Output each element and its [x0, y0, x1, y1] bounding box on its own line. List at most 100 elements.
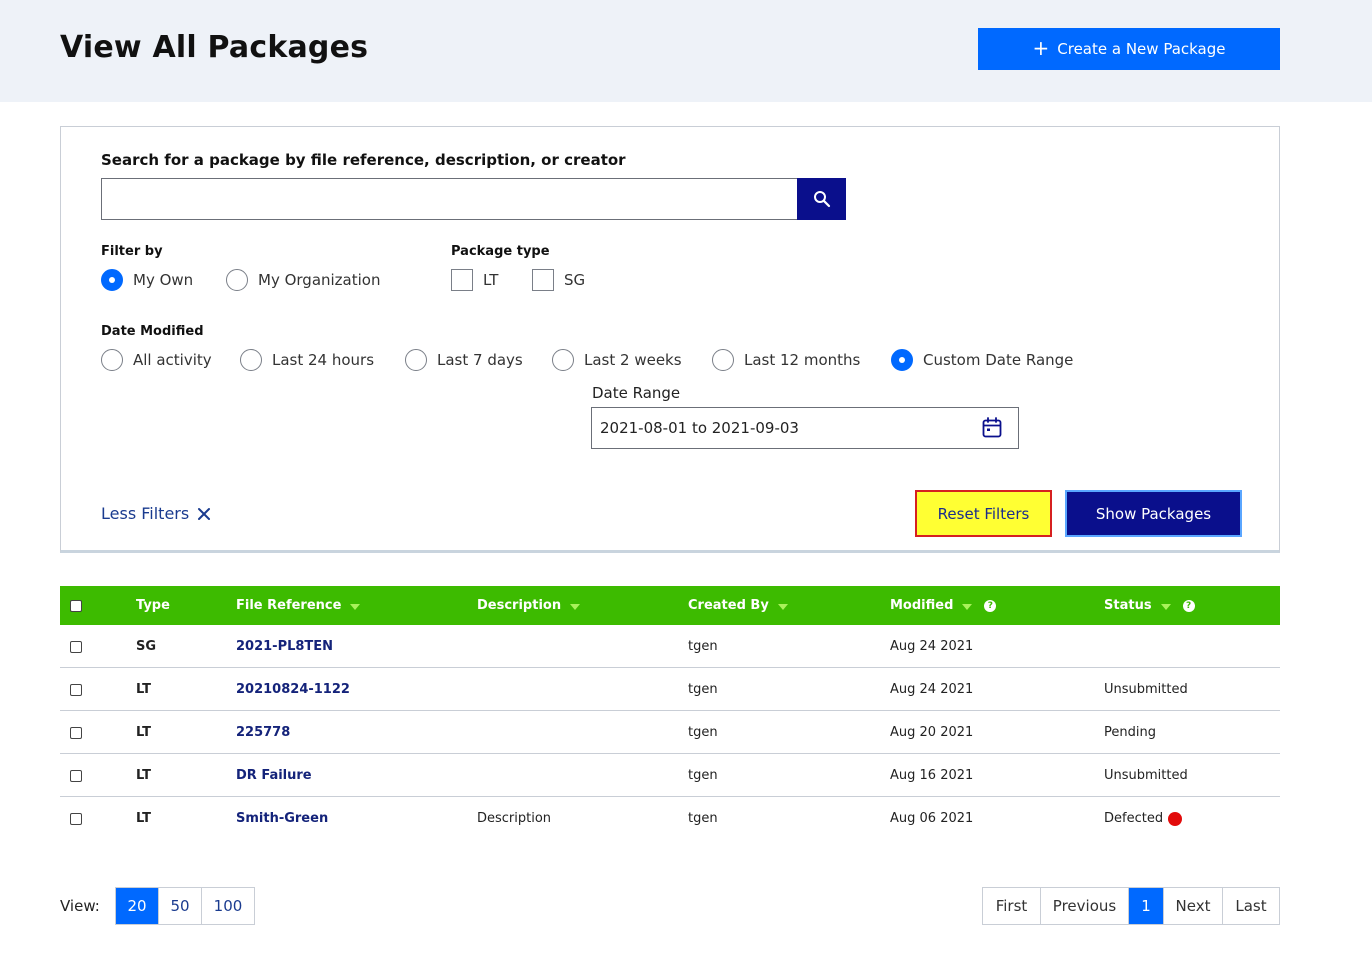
- cell-modified: Aug 06 2021: [890, 811, 974, 826]
- column-created-by[interactable]: Created By: [688, 586, 788, 625]
- cell-type: LT: [136, 768, 151, 783]
- cell-created-by: tgen: [688, 725, 718, 740]
- cell-status: Defected: [1104, 797, 1183, 840]
- pagination-last[interactable]: Last: [1223, 888, 1279, 924]
- date-all-activity-radio[interactable]: All activity: [101, 349, 212, 371]
- radio-checked[interactable]: [891, 349, 913, 371]
- cell-status-label: Defected: [1104, 811, 1164, 826]
- package-type-label: Package type: [451, 244, 550, 259]
- radio-unchecked[interactable]: [712, 349, 734, 371]
- page-title: View All Packages: [60, 30, 369, 65]
- package-type-lt-checkbox[interactable]: LT: [451, 269, 498, 291]
- select-all-checkbox[interactable]: [70, 599, 82, 612]
- column-file-reference-label: File Reference: [236, 598, 342, 613]
- row-checkbox[interactable]: [70, 726, 82, 739]
- date-last-2-weeks-label: Last 2 weeks: [584, 351, 682, 369]
- row-checkbox-cell[interactable]: [70, 711, 82, 754]
- row-checkbox[interactable]: [70, 812, 82, 825]
- column-status[interactable]: Status ?: [1104, 586, 1195, 625]
- row-checkbox-cell[interactable]: [70, 754, 82, 797]
- cell-description: Description: [477, 811, 552, 826]
- cell-file-reference-link[interactable]: 225778: [236, 711, 290, 754]
- date-range-label: Date Range: [592, 384, 681, 402]
- column-description[interactable]: Description: [477, 586, 581, 625]
- row-checkbox[interactable]: [70, 769, 82, 782]
- column-file-reference[interactable]: File Reference: [236, 586, 361, 625]
- date-all-activity-label: All activity: [133, 351, 212, 369]
- radio-checked[interactable]: [101, 269, 123, 291]
- date-range-input[interactable]: 2021-08-01 to 2021-09-03: [591, 407, 1019, 449]
- pagination-next[interactable]: Next: [1164, 888, 1223, 924]
- less-filters-label: Less Filters: [101, 504, 190, 523]
- date-last-12-months-radio[interactable]: Last 12 months: [712, 349, 860, 371]
- cell-modified: Aug 24 2021: [890, 682, 974, 697]
- radio-unchecked[interactable]: [226, 269, 248, 291]
- defect-indicator-icon: [1168, 811, 1183, 826]
- help-icon[interactable]: ?: [1182, 599, 1195, 612]
- page-size-100[interactable]: 100: [202, 888, 254, 924]
- radio-unchecked[interactable]: [405, 349, 427, 371]
- date-modified-label: Date Modified: [101, 324, 204, 339]
- cell-file-reference-link[interactable]: 2021-PL8TEN: [236, 625, 333, 668]
- cell-type: SG: [136, 639, 157, 654]
- package-type-sg-checkbox[interactable]: SG: [532, 269, 585, 291]
- table-row: LT 20210824-1122 tgen Aug 24 2021 Unsubm…: [60, 668, 1280, 711]
- row-checkbox-cell[interactable]: [70, 625, 82, 668]
- column-modified[interactable]: Modified ?: [890, 586, 997, 625]
- cell-status: Unsubmitted: [1104, 768, 1188, 783]
- cell-file-reference-link[interactable]: 20210824-1122: [236, 668, 350, 711]
- search-button[interactable]: [797, 178, 846, 220]
- sort-caret-icon: [350, 603, 361, 610]
- column-type-label: Type: [136, 598, 170, 613]
- radio-unchecked[interactable]: [552, 349, 574, 371]
- column-status-label: Status: [1104, 598, 1152, 613]
- date-last-24-hours-radio[interactable]: Last 24 hours: [240, 349, 374, 371]
- select-all-checkbox-cell[interactable]: [70, 586, 82, 625]
- checkbox-unchecked[interactable]: [532, 269, 554, 291]
- page-header: View All Packages + Create a New Package: [0, 0, 1372, 102]
- create-package-button[interactable]: + Create a New Package: [978, 28, 1280, 70]
- radio-unchecked[interactable]: [101, 349, 123, 371]
- column-created-by-label: Created By: [688, 598, 769, 613]
- filter-my-own-radio[interactable]: My Own: [101, 269, 193, 291]
- table-row: LT Smith-Green Description tgen Aug 06 2…: [60, 797, 1280, 840]
- search-input[interactable]: [101, 178, 798, 220]
- cell-file-reference-link[interactable]: DR Failure: [236, 754, 312, 797]
- date-last-7-days-radio[interactable]: Last 7 days: [405, 349, 523, 371]
- pagination-first[interactable]: First: [983, 888, 1041, 924]
- cell-modified: Aug 24 2021: [890, 639, 974, 654]
- row-checkbox-cell[interactable]: [70, 797, 82, 840]
- package-type-sg-label: SG: [564, 271, 586, 289]
- table-row: LT DR Failure tgen Aug 16 2021 Unsubmitt…: [60, 754, 1280, 797]
- radio-unchecked[interactable]: [240, 349, 262, 371]
- cell-status: Pending: [1104, 725, 1156, 740]
- calendar-icon[interactable]: [982, 417, 1002, 439]
- date-custom-range-radio[interactable]: Custom Date Range: [891, 349, 1073, 371]
- show-packages-button[interactable]: Show Packages: [1065, 490, 1242, 537]
- filter-my-organization-radio[interactable]: My Organization: [226, 269, 380, 291]
- sort-caret-icon: [1160, 603, 1171, 610]
- create-package-label: Create a New Package: [1057, 40, 1226, 58]
- cell-created-by: tgen: [688, 768, 718, 783]
- date-last-12-months-label: Last 12 months: [744, 351, 861, 369]
- date-last-7-days-label: Last 7 days: [437, 351, 523, 369]
- checkbox-unchecked[interactable]: [451, 269, 473, 291]
- close-icon: [198, 507, 211, 520]
- table-header: Type File Reference Description Created …: [60, 586, 1280, 625]
- column-type: Type: [136, 586, 170, 625]
- search-label: Search for a package by file reference, …: [101, 151, 626, 169]
- pagination-previous[interactable]: Previous: [1041, 888, 1129, 924]
- help-icon[interactable]: ?: [984, 599, 997, 612]
- cell-file-reference-link[interactable]: Smith-Green: [236, 797, 328, 840]
- pagination-page-1[interactable]: 1: [1129, 888, 1164, 924]
- date-last-2-weeks-radio[interactable]: Last 2 weeks: [552, 349, 682, 371]
- page-size-50[interactable]: 50: [159, 888, 202, 924]
- less-filters-link[interactable]: Less Filters: [101, 504, 211, 523]
- view-label: View:: [60, 897, 100, 915]
- page-size-20[interactable]: 20: [116, 888, 159, 924]
- reset-filters-button[interactable]: Reset Filters: [915, 490, 1052, 537]
- row-checkbox[interactable]: [70, 640, 82, 653]
- date-range-value: 2021-08-01 to 2021-09-03: [600, 419, 799, 437]
- row-checkbox[interactable]: [70, 683, 82, 696]
- row-checkbox-cell[interactable]: [70, 668, 82, 711]
